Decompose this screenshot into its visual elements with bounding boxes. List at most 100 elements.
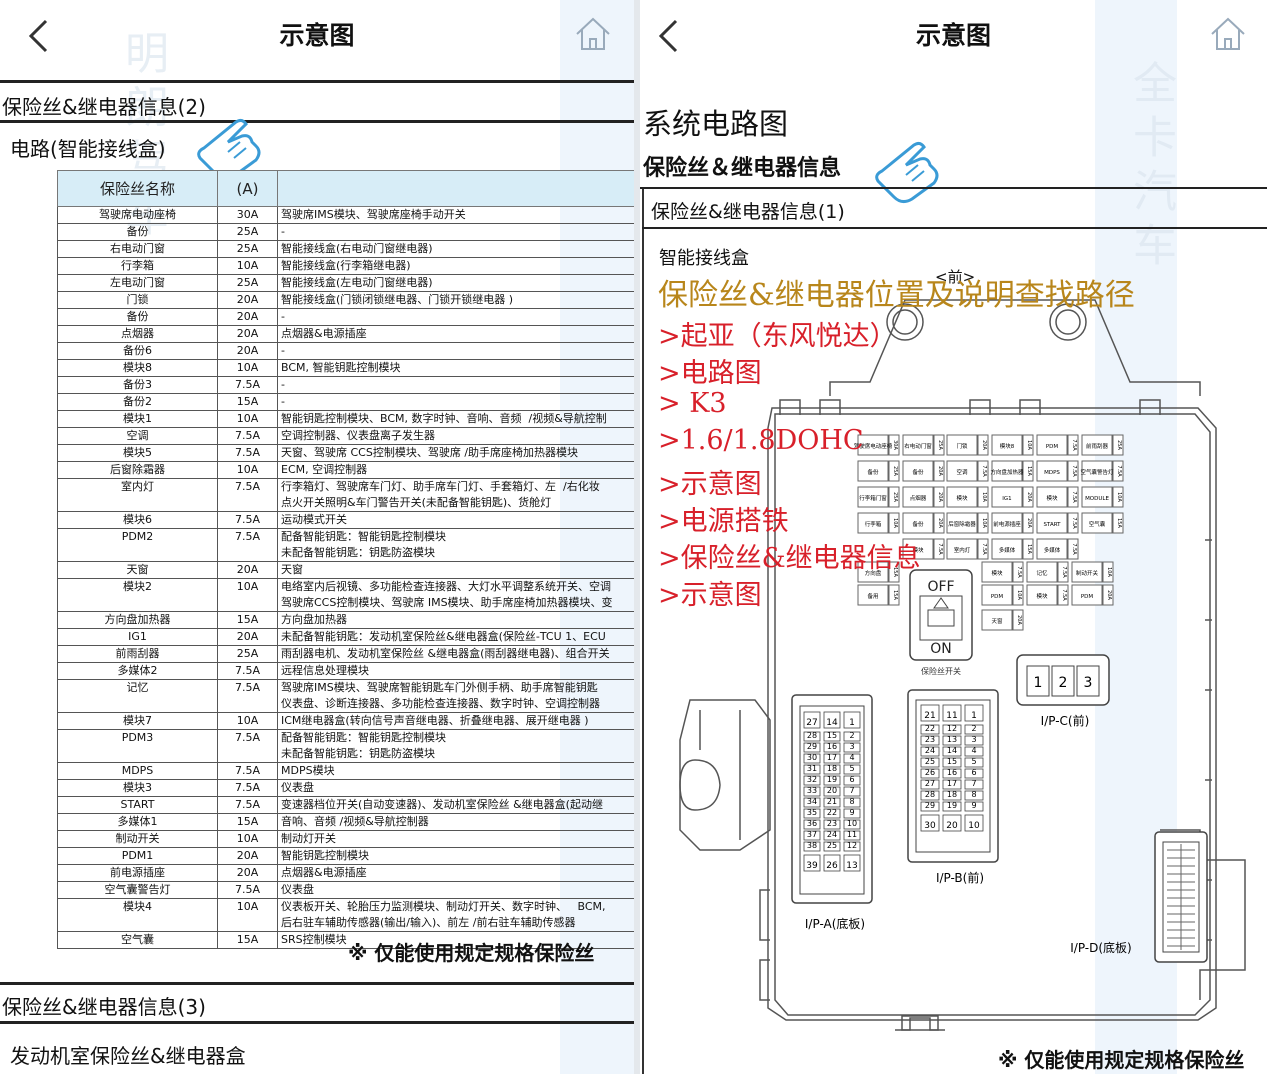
- table-row: 模块6 7.5A 运动模式开关: [57, 511, 634, 529]
- fuse-name-cell: 后窗除霜器: [57, 461, 218, 479]
- table-row: 前电源插座 20A 点烟器&电源插座: [57, 864, 634, 882]
- table-row: 空调 7.5A 空调控制器、仪表盘离子发生器: [57, 427, 634, 445]
- pin-cell: 17: [823, 753, 841, 764]
- fuse-desc-cell: 仪表盘: [277, 881, 634, 899]
- pin-cell: 14: [942, 746, 962, 757]
- pin-label: 25: [827, 841, 837, 850]
- fuse-amp-cell: 20A: [217, 561, 278, 579]
- fuse-slot-amp: 7.5A: [1071, 543, 1077, 555]
- fuse-slot-amp: 30A: [892, 440, 898, 450]
- fuse-desc-cell: 未配备智能钥匙：发动机室保险丝&继电器盒(保险丝-TCU 1、ECU: [277, 628, 634, 646]
- pin-label: 5: [849, 764, 854, 773]
- fuse-name-cell: 天窗: [57, 561, 218, 579]
- fuse-slot-name: 模块: [991, 569, 1003, 577]
- fuse-name-cell: 模块3: [57, 779, 218, 797]
- pin-label: 2: [971, 724, 976, 733]
- pin-cell: 18: [942, 790, 962, 801]
- pin-cell: 34: [803, 797, 821, 808]
- pin-label: 10: [847, 819, 857, 828]
- fuse-name-cell: 备份6: [57, 342, 218, 360]
- fuse-desc-cell: ICM继电器盒(转向信号声音继电器、折叠继电器、展开继电器 ): [277, 712, 634, 730]
- pin-label: 6: [849, 775, 854, 784]
- fuse-desc-cell: -: [277, 342, 634, 360]
- pin-label: 14: [826, 718, 838, 728]
- fuse-name-cell: 行李箱: [57, 257, 218, 275]
- pin-cell: 1: [964, 704, 984, 722]
- divider-line: [640, 187, 1267, 189]
- pin-label: 19: [827, 775, 837, 784]
- fuse-desc-cell: 运动模式开关: [277, 511, 634, 529]
- pin-cell: 25: [823, 841, 841, 852]
- fuse-desc-cell: 音响、音频 /视频&导航控制器: [277, 813, 634, 831]
- pin-cell: 38: [803, 841, 821, 852]
- fuse-amp-cell: 15A: [217, 611, 278, 629]
- pin-cell: 5: [964, 757, 984, 768]
- home-icon[interactable]: [1208, 14, 1248, 54]
- pin-cell: 27: [803, 711, 821, 729]
- section-heading[interactable]: 保险丝＆继电器信息: [643, 150, 841, 182]
- pin-label: 1: [971, 711, 977, 721]
- divider-line: [0, 120, 634, 123]
- fuse-amp-cell: 20A: [217, 342, 278, 360]
- fuse-slot-amp: 7.5A: [1071, 517, 1077, 529]
- fuse-slot-name: 空调: [956, 468, 968, 476]
- fuse-slot-name: IG1: [1002, 496, 1011, 502]
- table-row: PDM1 20A 智能钥匙控制模块: [57, 847, 634, 865]
- fuse-slot-amp: 20A: [1016, 615, 1022, 625]
- left-screen: 明朗驾车 示意图 保险丝&继电器信息(2) 电路(智能接线盒) 保险丝名称 (A…: [0, 0, 634, 1074]
- fuse-slot-amp: 7.5A: [981, 465, 987, 477]
- fuse-slot: 多媒体 15A: [991, 538, 1034, 560]
- pin-cell: 4: [843, 753, 861, 764]
- pin-cell: 2: [964, 724, 984, 735]
- warning-text: ※ 仅能使用规定规格保险丝: [348, 941, 595, 965]
- fuse-amp-cell: 7.5A: [217, 478, 278, 512]
- table-row: 模块3 7.5A 仪表盘: [57, 779, 634, 797]
- fuse-desc-cell: 智能钥匙控制模块、BCM, 数字时钟、音响、音频 /视频&导航控制: [277, 410, 634, 428]
- fuse-desc-cell: 驾驶席IMS模块、驾驶席座椅手动开关: [277, 206, 634, 224]
- fuse-slot-amp: 7.5A: [1071, 491, 1077, 503]
- switch-caption: 保险丝开关: [921, 666, 961, 676]
- fuse-slot-amp: 20A: [937, 518, 943, 528]
- pin-cell: 10: [843, 819, 861, 830]
- fuse-slot-amp: 15A: [892, 590, 898, 600]
- fuse-name-cell: IG1: [57, 628, 218, 646]
- pin-cell: 9: [843, 808, 861, 819]
- pin-label: 1: [1034, 675, 1043, 691]
- fuse-slot-name: PDM: [1046, 444, 1059, 450]
- switch-on-label: ON: [930, 641, 952, 657]
- home-icon[interactable]: [573, 14, 613, 54]
- pin-cell: 5: [843, 764, 861, 775]
- fuse-name-cell: 空气囊: [57, 931, 218, 949]
- pin-cell: 14: [823, 711, 841, 729]
- subtitle: 电路(智能接线盒): [10, 137, 166, 161]
- pin-cell: 28: [803, 731, 821, 742]
- fuse-slot-amp: 25A: [1116, 440, 1122, 450]
- warning-text: ※ 仅能使用规定规格保险丝: [998, 1048, 1245, 1072]
- fuse-slot-amp: 7.5A: [1061, 566, 1067, 578]
- pin-label: 3: [849, 742, 854, 751]
- connector-label-ipd: I/P-D(底板): [1070, 940, 1132, 955]
- pin-label: 7: [849, 786, 854, 795]
- pin-label: 12: [847, 841, 857, 850]
- fuse-name-cell: 备份: [57, 308, 218, 326]
- fuse-slot-name: 后窗除霜器: [948, 520, 976, 528]
- fuse-slot: 行李箱门窗 25A: [857, 486, 900, 508]
- fuse-name-cell: 模块2: [57, 578, 218, 612]
- fuse-name-cell: 门锁: [57, 291, 218, 309]
- fuse-amp-cell: 15A: [217, 931, 278, 949]
- pin-cell: 19: [942, 801, 962, 812]
- pin-label: 26: [925, 768, 935, 777]
- fuse-slot: 空气囊警告灯 7.5A: [1080, 460, 1124, 482]
- pin-label: 18: [827, 764, 837, 773]
- pin-cell: 1: [843, 711, 861, 729]
- pin-cell: 13: [843, 854, 861, 872]
- fuse-slot-name: 天窗: [991, 617, 1003, 625]
- path-step: >示意图: [658, 469, 762, 500]
- fuse-name-cell: 方向盘加热器: [57, 611, 218, 629]
- fuse-amp-cell: 10A: [217, 410, 278, 428]
- fuse-slot: START 7.5A: [1036, 512, 1079, 534]
- fuse-name-cell: 模块1: [57, 410, 218, 428]
- fuse-desc-cell: 方向盘加热器: [277, 611, 634, 629]
- divider-line: [0, 982, 634, 985]
- fuse-slot-amp: 7.5A: [1016, 566, 1022, 578]
